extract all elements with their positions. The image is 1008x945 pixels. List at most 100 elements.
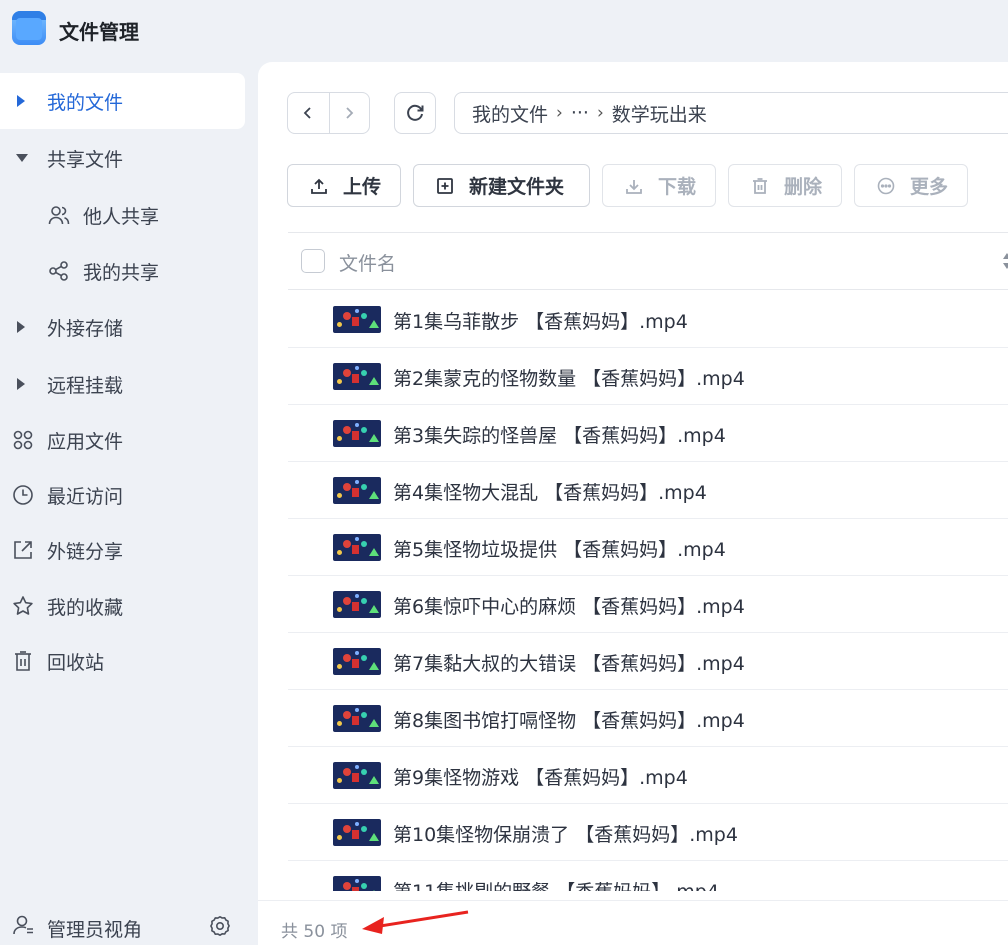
file-row[interactable]: 第6集惊吓中心的麻烦 【香蕉妈妈】.mp4 (288, 576, 1008, 633)
sidebar-item-my-files[interactable]: 我的文件 (0, 73, 245, 129)
sidebar-item-favorites[interactable]: 我的收藏 (0, 578, 245, 634)
file-row[interactable]: 第3集失踪的怪兽屋 【香蕉妈妈】.mp4 (288, 405, 1008, 462)
new-folder-button[interactable]: 新建文件夹 (413, 164, 590, 207)
sort-icon[interactable] (1002, 251, 1008, 275)
breadcrumb-ellipsis[interactable]: ··· (571, 102, 589, 124)
new-folder-label: 新建文件夹 (469, 176, 565, 198)
video-thumbnail (333, 534, 381, 561)
app-header: 文件管理 (0, 0, 1008, 62)
refresh-button[interactable] (394, 92, 436, 134)
sidebar-footer: 管理员视角 (0, 900, 257, 945)
video-thumbnail (333, 477, 381, 504)
gear-icon[interactable] (209, 915, 233, 939)
sidebar-item-link-share[interactable]: 外链分享 (0, 522, 245, 578)
sidebar-item-label: 共享文件 (47, 148, 124, 171)
apps-icon (11, 428, 35, 452)
sidebar-item-label: 我的收藏 (47, 596, 124, 619)
sidebar-item-label: 远程挂载 (47, 374, 124, 397)
chevron-left-icon (303, 107, 311, 119)
caret-right-icon (17, 321, 25, 333)
file-name[interactable]: 第6集惊吓中心的麻烦 【香蕉妈妈】.mp4 (393, 592, 745, 619)
sidebar-item-external-storage[interactable]: 外接存储 (0, 299, 245, 355)
item-count: 共 50 项 (281, 922, 348, 942)
sidebar-item-label: 最近访问 (47, 485, 124, 508)
download-label: 下载 (658, 176, 697, 198)
file-row[interactable]: 第10集怪物保崩溃了 【香蕉妈妈】.mp4 (288, 804, 1008, 861)
sidebar-item-remote-mount[interactable]: 远程挂载 (0, 356, 245, 412)
delete-button[interactable]: 删除 (728, 164, 842, 207)
video-thumbnail (333, 705, 381, 732)
sidebar-item-my-shares[interactable]: 我的共享 (0, 243, 245, 299)
export-icon (11, 538, 35, 562)
admin-view-button[interactable]: 管理员视角 (47, 915, 142, 942)
file-row[interactable]: 第5集怪物垃圾提供 【香蕉妈妈】.mp4 (288, 519, 1008, 576)
download-button[interactable]: 下载 (602, 164, 716, 207)
user-icon (12, 914, 36, 938)
file-name[interactable]: 第7集黏大叔的大错误 【香蕉妈妈】.mp4 (393, 649, 745, 676)
file-row[interactable]: 第8集图书馆打嗝怪物 【香蕉妈妈】.mp4 (288, 690, 1008, 747)
breadcrumb: 我的文件 › ··· › 数学玩出来 (454, 92, 1008, 134)
file-row[interactable]: 第2集蒙克的怪物数量 【香蕉妈妈】.mp4 (288, 348, 1008, 405)
video-thumbnail (333, 819, 381, 846)
annotation-arrow (362, 910, 469, 934)
sidebar-item-label: 他人共享 (83, 205, 160, 228)
file-row[interactable]: 第11集挑剔的野餐 【香蕉妈妈】.mp4 (288, 861, 1008, 891)
video-thumbnail (333, 648, 381, 675)
upload-icon (309, 176, 329, 196)
table-header: 文件名 (288, 232, 1008, 290)
app-title: 文件管理 (59, 20, 139, 44)
file-name[interactable]: 第4集怪物大混乱 【香蕉妈妈】.mp4 (393, 478, 707, 505)
forward-button[interactable] (328, 93, 370, 133)
file-name[interactable]: 第8集图书馆打嗝怪物 【香蕉妈妈】.mp4 (393, 706, 745, 733)
star-icon (11, 594, 35, 618)
breadcrumb-root[interactable]: 我的文件 (472, 100, 548, 127)
delete-label: 删除 (784, 176, 823, 198)
sidebar-item-shared-files[interactable]: 共享文件 (0, 130, 245, 186)
upload-button[interactable]: 上传 (287, 164, 401, 207)
folder-app-icon (12, 11, 46, 45)
sidebar-item-label: 我的文件 (47, 91, 124, 114)
upload-label: 上传 (343, 176, 382, 198)
sidebar-item-label: 回收站 (47, 651, 105, 674)
file-row[interactable]: 第1集乌菲散步 【香蕉妈妈】.mp4 (288, 291, 1008, 348)
clock-icon (11, 483, 35, 507)
video-thumbnail (333, 876, 381, 891)
people-icon (47, 203, 71, 227)
file-name[interactable]: 第9集怪物游戏 【香蕉妈妈】.mp4 (393, 763, 688, 790)
add-folder-icon (435, 176, 455, 196)
breadcrumb-current: 数学玩出来 (611, 103, 707, 126)
sidebar-item-app-files[interactable]: 应用文件 (0, 412, 245, 468)
file-name[interactable]: 第3集失踪的怪兽屋 【香蕉妈妈】.mp4 (393, 421, 726, 448)
file-list: 第1集乌菲散步 【香蕉妈妈】.mp4 第2集蒙克的怪物数量 【香蕉妈妈】.mp4 第… (288, 291, 1008, 891)
file-row[interactable]: 第7集黏大叔的大错误 【香蕉妈妈】.mp4 (288, 633, 1008, 690)
file-name[interactable]: 第5集怪物垃圾提供 【香蕉妈妈】.mp4 (393, 535, 726, 562)
download-icon (624, 176, 644, 196)
file-name[interactable]: 第2集蒙克的怪物数量 【香蕉妈妈】.mp4 (393, 364, 745, 391)
sidebar-item-recycle-bin[interactable]: 回收站 (0, 633, 245, 689)
file-name[interactable]: 第11集挑剔的野餐 【香蕉妈妈】.mp4 (393, 877, 719, 891)
sidebar-item-label: 外接存储 (47, 317, 124, 340)
breadcrumb-separator: › (556, 103, 563, 123)
more-button[interactable]: 更多 (854, 164, 968, 207)
sidebar-item-shared-with-me[interactable]: 他人共享 (0, 187, 245, 243)
video-thumbnail (333, 420, 381, 447)
sidebar: 我的文件 共享文件 他人共享 我的共享 外接存储 远程挂载 应用文件 最近访问 … (0, 62, 257, 945)
caret-right-icon (17, 95, 25, 107)
back-button[interactable] (288, 93, 329, 133)
trash-icon (11, 649, 35, 673)
video-thumbnail (333, 762, 381, 789)
select-all-checkbox[interactable] (301, 249, 325, 273)
video-thumbnail (333, 591, 381, 618)
more-icon (876, 176, 896, 196)
video-thumbnail (333, 363, 381, 390)
column-header-name[interactable]: 文件名 (339, 249, 396, 276)
sidebar-item-recent[interactable]: 最近访问 (0, 467, 245, 523)
breadcrumb-separator: › (596, 103, 604, 123)
sidebar-item-label: 外链分享 (47, 540, 124, 563)
history-nav (287, 92, 370, 134)
file-row[interactable]: 第9集怪物游戏 【香蕉妈妈】.mp4 (288, 747, 1008, 804)
file-name[interactable]: 第10集怪物保崩溃了 【香蕉妈妈】.mp4 (393, 820, 738, 847)
file-row[interactable]: 第4集怪物大混乱 【香蕉妈妈】.mp4 (288, 462, 1008, 519)
caret-right-icon (17, 378, 25, 390)
file-name[interactable]: 第1集乌菲散步 【香蕉妈妈】.mp4 (393, 307, 688, 334)
